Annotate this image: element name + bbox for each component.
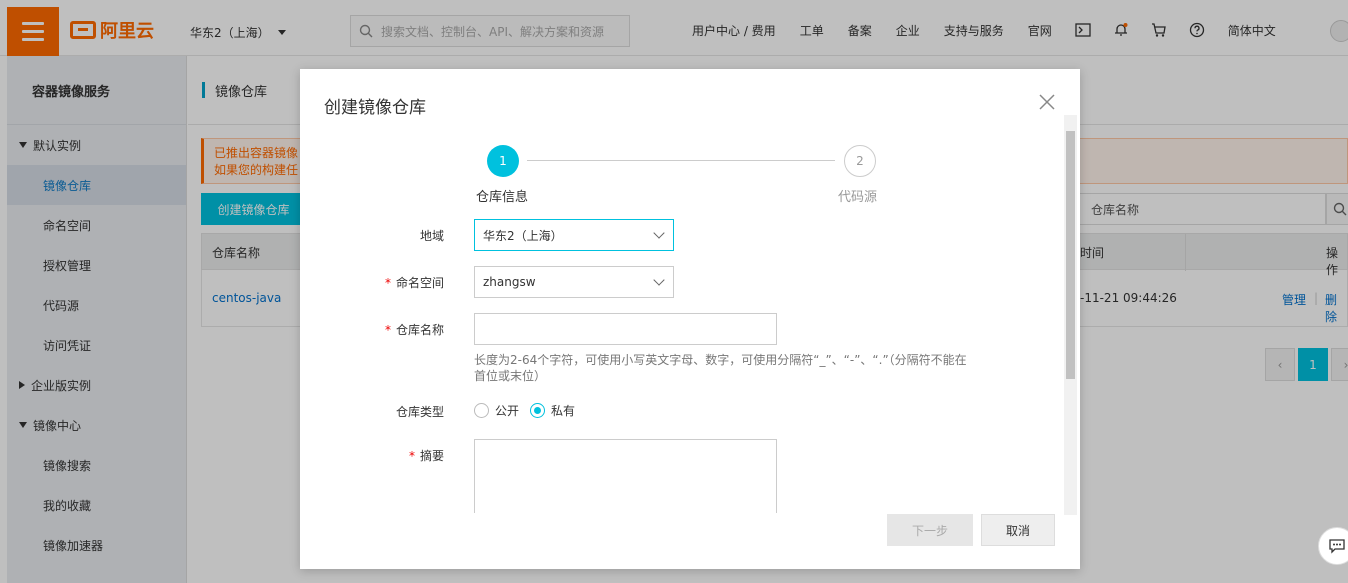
region-field-label: 地域	[419, 229, 444, 243]
chat-button[interactable]	[1318, 527, 1348, 565]
required-mark: *	[384, 276, 391, 290]
cancel-button[interactable]: 取消	[981, 514, 1055, 546]
required-mark: *	[408, 449, 415, 463]
chevron-down-icon	[653, 227, 665, 239]
dialog-title: 创建镜像仓库	[324, 98, 426, 118]
namespace-select-value: zhangsw	[483, 275, 536, 289]
step-2-label: 代码源	[838, 190, 878, 205]
radio-label: 私有	[551, 404, 576, 418]
repo-name-input[interactable]	[474, 313, 777, 345]
region-select-value: 华东2（上海）	[483, 228, 563, 243]
repo-type-field-label: 仓库类型	[395, 405, 444, 419]
summary-label-text: 摘要	[419, 449, 444, 463]
step-1-circle: 1	[487, 145, 519, 177]
summary-field-label: * 摘要	[314, 447, 444, 464]
required-mark: *	[384, 323, 391, 337]
namespace-select[interactable]: zhangsw	[474, 266, 674, 298]
close-icon[interactable]	[1038, 93, 1056, 111]
create-repo-dialog: 创建镜像仓库 1 2 仓库信息 代码源 地域 华东2（上海） * 命名空间 zha…	[300, 69, 1080, 569]
radio-label: 公开	[495, 404, 520, 418]
chevron-down-icon	[653, 274, 665, 286]
region-select[interactable]: 华东2（上海）	[474, 219, 674, 251]
step-1-label: 仓库信息	[476, 190, 529, 205]
repo-type-public-radio[interactable]: 公开	[474, 402, 519, 419]
repo-name-hint: 长度为2-64个字符，可使用小写英文字母、数字，可使用分隔符“_”、“-”、“.…	[474, 353, 967, 383]
dialog-scrollbar[interactable]	[1064, 115, 1077, 515]
namespace-field-label: * 命名空间	[314, 274, 444, 291]
step-2-circle: 2	[844, 145, 876, 177]
scrollbar-thumb[interactable]	[1066, 131, 1075, 379]
repo-type-private-radio[interactable]: 私有	[530, 402, 575, 419]
summary-textarea[interactable]	[474, 439, 777, 513]
next-step-button[interactable]: 下一步	[887, 514, 973, 546]
namespace-label-text: 命名空间	[395, 276, 444, 290]
step-connector	[527, 160, 835, 161]
radio-circle	[474, 403, 489, 418]
radio-circle-checked	[530, 403, 545, 418]
repo-name-field-label: * 仓库名称	[314, 321, 444, 338]
repo-name-label-text: 仓库名称	[395, 323, 444, 337]
chat-icon	[1329, 539, 1345, 554]
